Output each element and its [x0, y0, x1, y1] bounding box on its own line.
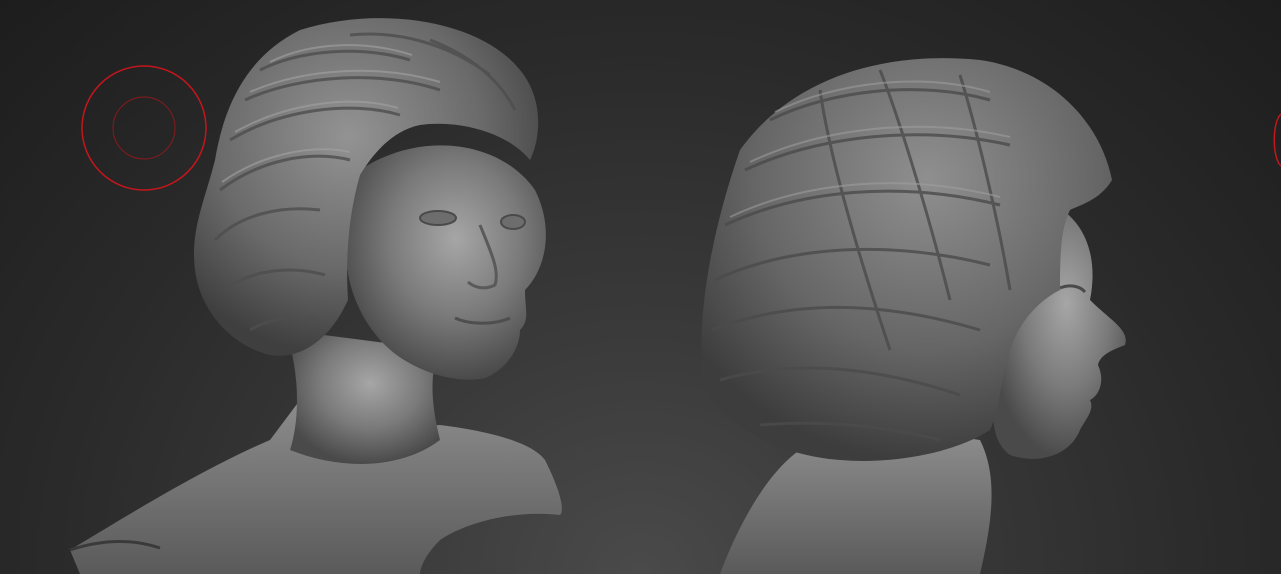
eye-left [419, 210, 457, 226]
bust-side-view[interactable] [701, 58, 1126, 574]
eye-right [500, 214, 526, 230]
brush-draw-size-cursor [81, 65, 207, 191]
brush-draw-size-cursor-partial [1273, 113, 1281, 167]
3d-viewport[interactable] [0, 0, 1281, 574]
